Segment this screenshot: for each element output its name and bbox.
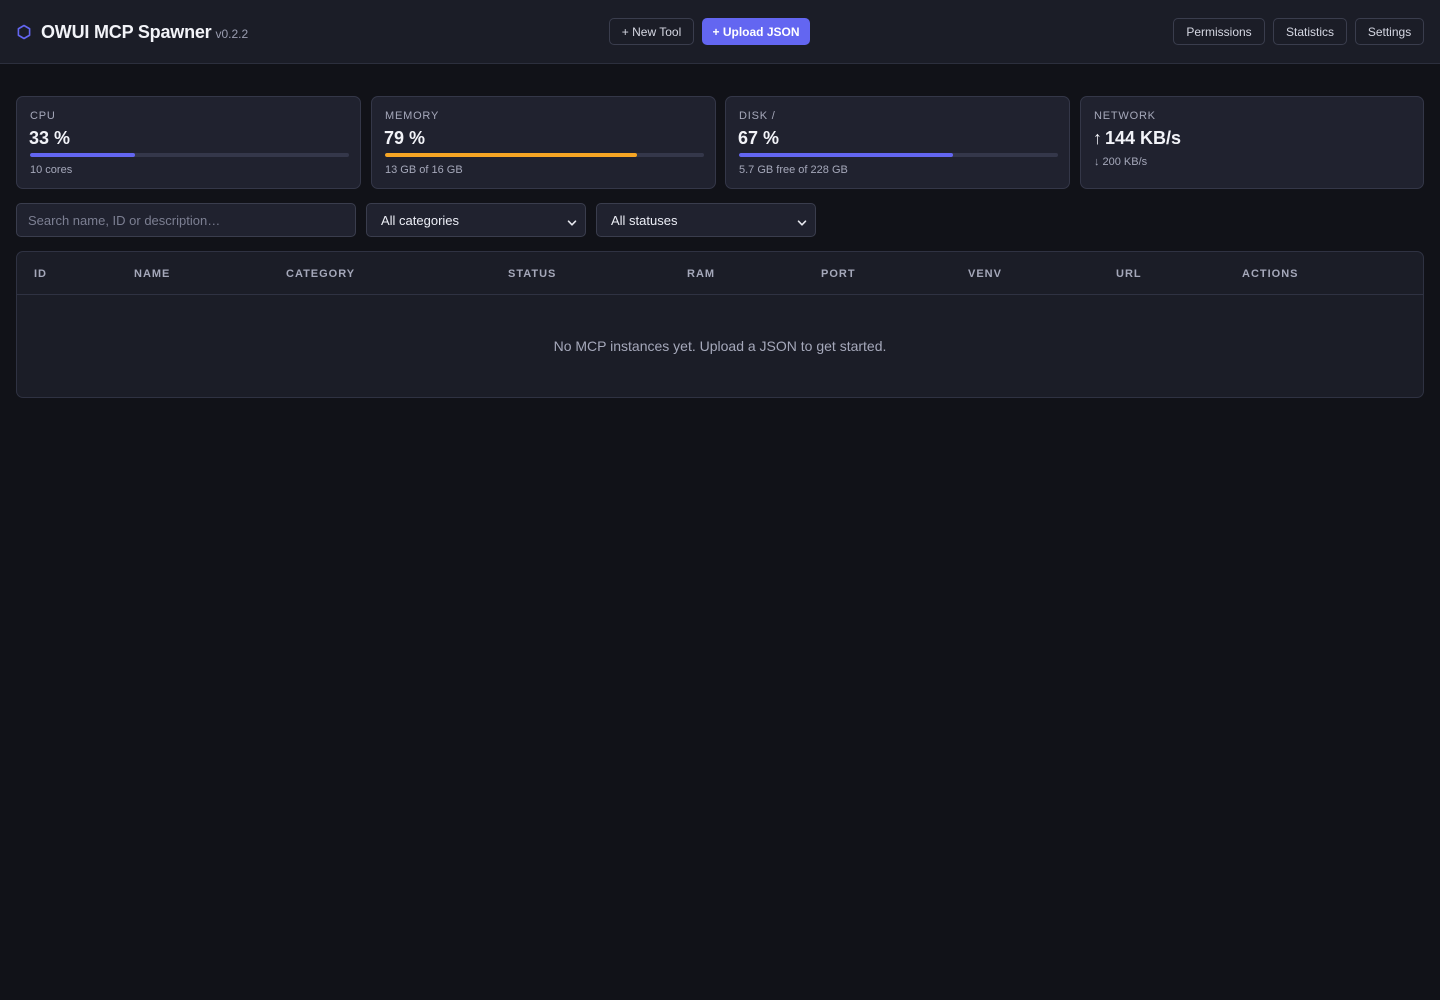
permissions-button[interactable]: Permissions [1173,18,1265,45]
memory-progress-track [385,153,704,157]
column-header-category[interactable]: CATEGORY [286,268,355,280]
cpu-cores: 10 cores [30,164,73,176]
disk-value: 67 % [738,128,780,148]
column-header-name[interactable]: NAME [134,268,170,280]
new-tool-button[interactable]: + New Tool [609,18,694,45]
statistics-button[interactable]: Statistics [1273,18,1347,45]
network-upload-rate: 144 KB/s [1105,128,1182,148]
disk-card: DISK / 67 % 5.7 GB free of 228 GB [725,96,1070,189]
instances-table: ID NAME CATEGORY STATUS RAM PORT VENV UR… [16,251,1424,398]
disk-progress-fill [739,153,953,157]
cpu-value: 33 % [29,128,71,148]
status-select[interactable]: All statuses [596,203,816,237]
arrow-down-icon: ↓ [1094,156,1100,168]
column-header-port[interactable]: PORT [821,268,856,280]
hexagon-icon [16,24,32,40]
network-download-rate: 200 KB/s [1102,156,1148,168]
column-header-url[interactable]: URL [1116,268,1142,280]
memory-usage: 13 GB of 16 GB [385,164,463,176]
column-header-actions: ACTIONS [1242,268,1299,280]
app-version: v0.2.2 [215,27,249,41]
category-select-value: All categories [381,212,460,228]
status-select-value: All statuses [611,212,678,228]
memory-label: MEMORY [385,110,440,122]
category-select[interactable]: All categories [366,203,586,237]
network-download: ↓ 200 KB/s [1094,156,1147,168]
arrow-up-icon: ↑ [1093,128,1102,148]
network-label: NETWORK [1094,110,1156,122]
brand: OWUI MCP Spawner v0.2.2 [16,18,248,46]
column-header-status[interactable]: STATUS [508,268,556,280]
system-stats: CPU 33 % 10 cores MEMORY 79 % 13 GB of 1… [16,96,1424,189]
cpu-progress-fill [30,153,136,157]
upload-json-button[interactable]: + Upload JSON [702,18,810,45]
memory-card: MEMORY 79 % 13 GB of 16 GB [371,96,716,189]
settings-button[interactable]: Settings [1355,18,1424,45]
network-card: NETWORK ↑ 144 KB/s ↓ 200 KB/s [1080,96,1424,189]
cpu-card: CPU 33 % 10 cores [16,96,361,189]
disk-progress-track [739,153,1058,157]
top-bar: OWUI MCP Spawner v0.2.2 + New Tool + Upl… [0,0,1440,64]
chevron-down-icon [567,216,577,226]
empty-state-message: No MCP instances yet. Upload a JSON to g… [553,338,887,354]
column-header-venv[interactable]: VENV [968,268,1002,280]
search-input[interactable] [16,203,356,237]
cpu-progress-track [30,153,349,157]
network-upload: ↑ 144 KB/s [1093,128,1181,149]
disk-usage: 5.7 GB free of 228 GB [739,164,848,176]
memory-value: 79 % [384,128,426,148]
column-header-ram[interactable]: RAM [687,268,715,280]
app-title: OWUI MCP Spawner [41,21,212,42]
table-header: ID NAME CATEGORY STATUS RAM PORT VENV UR… [17,252,1423,295]
chevron-down-icon [797,216,807,226]
cpu-label: CPU [30,110,56,122]
memory-progress-fill [385,153,637,157]
disk-label: DISK / [739,110,776,122]
column-header-id[interactable]: ID [34,268,47,280]
